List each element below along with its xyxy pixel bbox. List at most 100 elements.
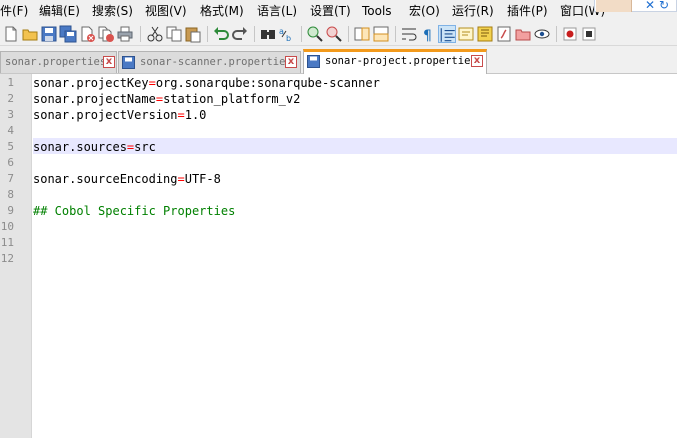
toolbar-separator: [348, 26, 349, 42]
copy-icon[interactable]: [165, 25, 183, 43]
property-key: sonar.projectKey: [33, 76, 149, 90]
line-number: 3: [7, 108, 14, 121]
code-line[interactable]: sonar.sources=src: [33, 139, 156, 155]
operator: =: [155, 92, 164, 106]
close-icon[interactable]: x: [285, 56, 297, 68]
tab-sonar-project-properties[interactable]: sonar-project.properties x: [303, 49, 487, 74]
property-value: station_platform_v2: [163, 92, 301, 106]
line-number: 5: [7, 140, 14, 153]
save-all-icon[interactable]: [59, 25, 77, 43]
zoom-out-icon[interactable]: [325, 25, 343, 43]
operator: =: [177, 172, 185, 186]
menu-macro[interactable]: 宏(O): [409, 3, 440, 19]
folder-workspace-icon[interactable]: [514, 25, 532, 43]
toolbar-separator: [254, 26, 255, 42]
property-key: sonar.projectVersion: [33, 108, 178, 122]
code-line[interactable]: ## Cobol Specific Properties: [33, 203, 235, 219]
close-all-icon[interactable]: [97, 25, 115, 43]
sync-vertical-icon[interactable]: [353, 25, 371, 43]
property-value: 1.0: [184, 108, 207, 122]
code-line[interactable]: sonar.projectVersion=1.0: [33, 107, 206, 123]
toolbar-separator: [140, 26, 141, 42]
toolbar-separator: [556, 26, 557, 42]
line-number-gutter: 1 2 3 4 5 6 7 8 9 10 11 12: [0, 74, 32, 438]
close-icon[interactable]: ✕: [645, 0, 655, 12]
operator: =: [177, 108, 185, 122]
menu-format[interactable]: 格式(M): [200, 3, 244, 19]
toolbar: ab ¶: [0, 22, 677, 46]
print-icon[interactable]: [116, 25, 134, 43]
replace-icon[interactable]: ab: [278, 25, 296, 43]
toolbar-separator: [301, 26, 302, 42]
line-number: 8: [7, 188, 14, 201]
property-value: src: [134, 140, 156, 154]
code-line[interactable]: sonar.projectName=station_platform_v2: [33, 91, 300, 107]
line-number: 10: [0, 220, 14, 233]
line-number: 4: [7, 124, 14, 137]
menu-settings[interactable]: 设置(T): [310, 3, 351, 19]
property-key: sonar.projectName: [33, 92, 156, 106]
doc-map-icon[interactable]: [476, 25, 494, 43]
code-comment: ## Cobol Specific Properties: [33, 204, 236, 218]
close-icon[interactable]: x: [471, 55, 483, 67]
indent-guide-icon[interactable]: [438, 25, 456, 43]
menu-language[interactable]: 语言(L): [257, 3, 297, 19]
code-line[interactable]: sonar.sourceEncoding=UTF-8: [33, 171, 221, 187]
sync-icon[interactable]: ↻: [659, 0, 669, 12]
record-macro-icon[interactable]: [561, 25, 579, 43]
word-wrap-icon[interactable]: [400, 25, 418, 43]
new-file-icon[interactable]: [2, 25, 20, 43]
show-all-chars-icon[interactable]: ¶: [419, 25, 437, 43]
line-number: 9: [7, 204, 14, 217]
sync-horizontal-icon[interactable]: [372, 25, 390, 43]
redo-icon[interactable]: [231, 25, 249, 43]
svg-text:b: b: [286, 34, 291, 43]
tab-label: sonar-project.properties: [325, 55, 477, 67]
property-key: sonar.sourceEncoding: [33, 172, 178, 186]
toolbar-separator: [207, 26, 208, 42]
tab-sonar-scanner-properties[interactable]: sonar-scanner.properties x: [118, 51, 301, 73]
paste-icon[interactable]: [184, 25, 202, 43]
close-icon[interactable]: x: [103, 56, 115, 68]
code-line[interactable]: sonar.projectKey=org.sonarqube:sonarqube…: [33, 75, 380, 91]
menu-view[interactable]: 视图(V): [145, 3, 187, 19]
menu-file[interactable]: 件(F): [0, 3, 28, 19]
undo-icon[interactable]: [212, 25, 230, 43]
cut-icon[interactable]: [146, 25, 164, 43]
line-number: 2: [7, 92, 14, 105]
zoom-in-icon[interactable]: [306, 25, 324, 43]
close-icon[interactable]: [78, 25, 96, 43]
line-number: 11: [0, 236, 14, 249]
tab-bar: sonar.properties x sonar-scanner.propert…: [0, 46, 677, 74]
tab-label: sonar.properties: [5, 56, 107, 68]
find-icon[interactable]: [259, 25, 277, 43]
toolbar-separator: [395, 26, 396, 42]
function-list-icon[interactable]: [495, 25, 513, 43]
menu-plugins[interactable]: 插件(P): [507, 3, 548, 19]
menu-search[interactable]: 搜索(S): [92, 3, 133, 19]
avatar: [596, 0, 632, 12]
line-number: 6: [7, 156, 14, 169]
property-key: sonar.sources: [33, 140, 127, 154]
menu-bar: 件(F) 编辑(E) 搜索(S) 视图(V) 格式(M) 语言(L) 设置(T)…: [0, 0, 677, 22]
menu-run[interactable]: 运行(R): [452, 3, 494, 19]
line-number: 1: [7, 76, 14, 89]
saved-file-icon: [307, 55, 320, 68]
open-file-icon[interactable]: [21, 25, 39, 43]
tab-label: sonar-scanner.properties: [140, 56, 292, 68]
tab-sonar-properties[interactable]: sonar.properties x: [0, 51, 117, 73]
svg-text:¶: ¶: [423, 28, 432, 43]
operator: =: [148, 76, 156, 90]
language-icon[interactable]: [457, 25, 475, 43]
editor-pane[interactable]: 1 2 3 4 5 6 7 8 9 10 11 12 sonar.project…: [0, 74, 677, 438]
property-value: UTF-8: [184, 172, 221, 186]
stop-record-icon[interactable]: [580, 25, 598, 43]
line-number: 7: [7, 172, 14, 185]
save-icon[interactable]: [40, 25, 58, 43]
monitor-icon[interactable]: [533, 25, 551, 43]
menu-tools[interactable]: Tools: [362, 3, 392, 19]
menu-edit[interactable]: 编辑(E): [39, 3, 80, 19]
property-value: org.sonarqube:sonarqube-scanner: [155, 76, 380, 90]
line-number: 12: [0, 252, 14, 265]
saved-file-icon: [122, 56, 135, 69]
